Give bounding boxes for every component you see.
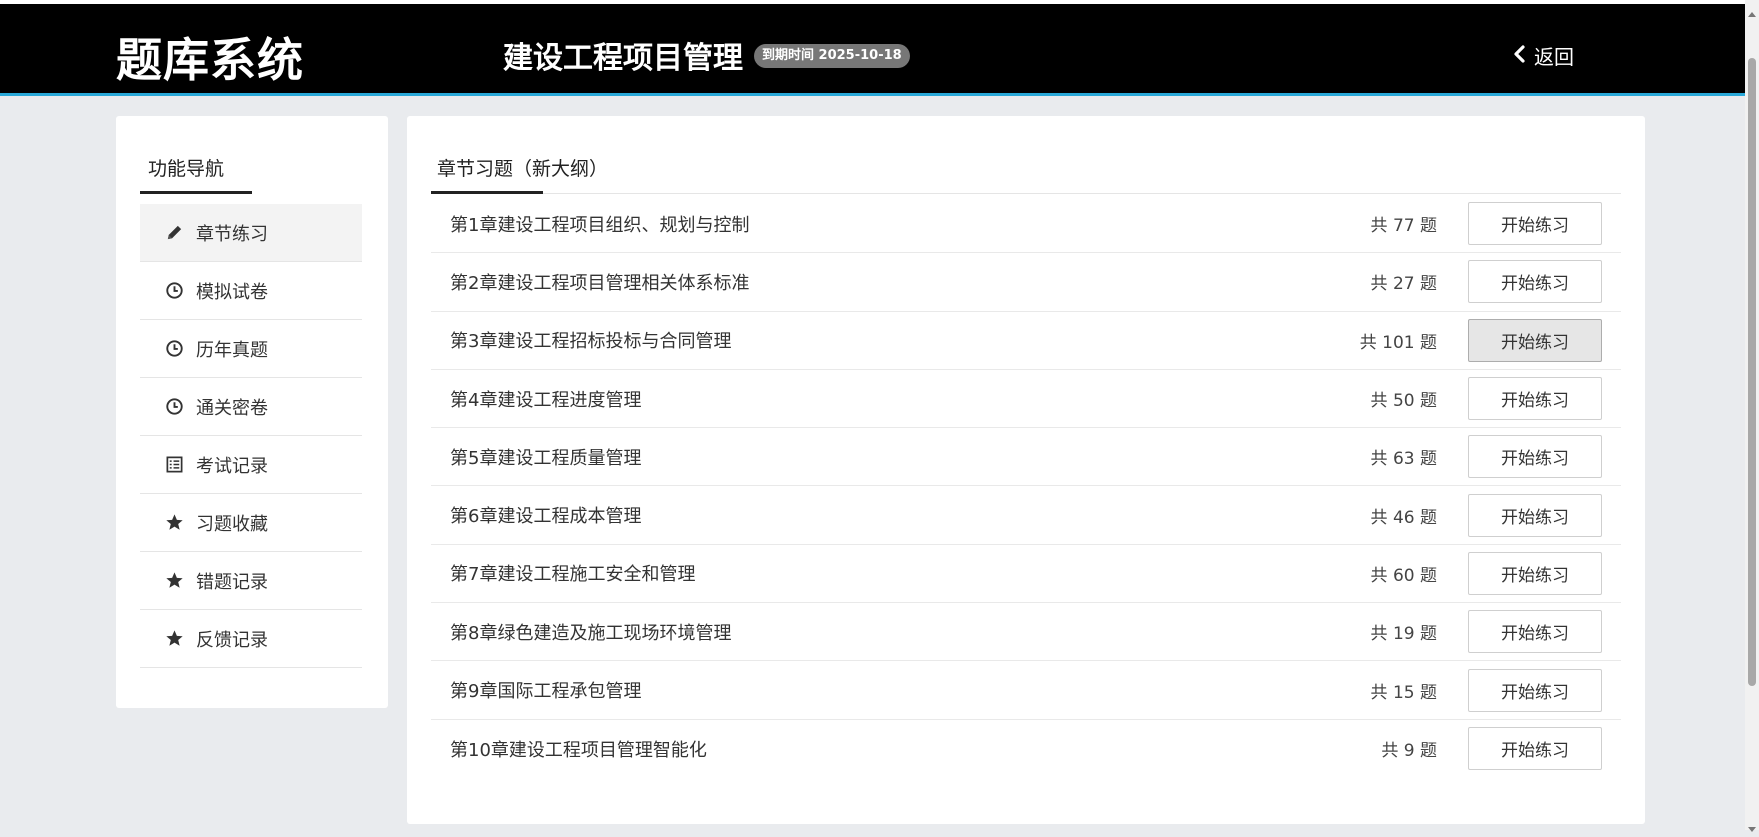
clock-icon [164,397,184,417]
question-count: 共 46 题 [1370,507,1437,528]
sidebar-item-feedback[interactable]: 反馈记录 [140,610,362,668]
chapter-row: 第2章建设工程项目管理相关体系标准 共 27 题 开始练习 [431,253,1621,312]
main-panel: 章节习题（新大纲） 第1章建设工程项目组织、规划与控制 共 77 题 开始练习 … [407,116,1645,824]
question-count: 共 15 题 [1370,682,1437,703]
chapter-row: 第7章建设工程施工安全和管理 共 60 题 开始练习 [431,545,1621,604]
chapter-name: 第5章建设工程质量管理 [450,447,642,469]
start-practice-button[interactable]: 开始练习 [1468,260,1602,304]
start-practice-button[interactable]: 开始练习 [1468,610,1602,654]
star-icon [164,513,184,533]
back-button[interactable]: 返回 [1512,41,1574,70]
subject-title: 建设工程项目管理 [503,41,743,76]
sidebar-item-wrong-answers[interactable]: 错题记录 [140,552,362,610]
chapter-row: 第10章建设工程项目管理智能化 共 9 题 开始练习 [431,720,1621,778]
question-count: 共 101 题 [1359,332,1437,353]
chapter-row: 第6章建设工程成本管理 共 46 题 开始练习 [431,486,1621,545]
chapter-row: 第8章绿色建造及施工现场环境管理 共 19 题 开始练习 [431,603,1621,662]
pencil-icon [164,223,184,243]
chapter-row: 第5章建设工程质量管理 共 63 题 开始练习 [431,428,1621,487]
start-practice-button[interactable]: 开始练习 [1468,435,1602,479]
sidebar-item-mock-exam[interactable]: 模拟试卷 [140,262,362,320]
sidebar-item-label: 通关密卷 [196,397,268,419]
start-practice-button[interactable]: 开始练习 [1468,318,1602,362]
sidebar-item-label: 历年真题 [196,339,268,361]
chapter-row: 第1章建设工程项目组织、规划与控制 共 77 题 开始练习 [431,195,1621,254]
question-count: 共 50 题 [1370,391,1437,412]
sidebar-item-label: 模拟试卷 [196,281,268,303]
sidebar-title: 功能导航 [140,146,252,194]
chapter-name: 第8章绿色建造及施工现场环境管理 [450,622,732,644]
chapter-name: 第9章国际工程承包管理 [450,681,642,703]
question-count: 共 63 题 [1370,449,1437,470]
question-count: 共 19 题 [1370,624,1437,645]
page-scrollbar[interactable] [1745,0,1759,832]
star-icon [164,629,184,649]
clock-icon [164,339,184,359]
sidebar-list: 章节练习 模拟试卷 历年真题 通关密卷 考试记录 习题收藏 错题记录 反馈记录 [140,204,362,668]
question-count: 共 9 题 [1381,741,1437,762]
scroll-up-arrow-icon[interactable] [1748,4,1756,17]
start-practice-button[interactable]: 开始练习 [1468,551,1602,595]
question-count: 共 60 题 [1370,565,1437,586]
sidebar-item-exam-records[interactable]: 考试记录 [140,436,362,494]
chapter-name: 第10章建设工程项目管理智能化 [450,739,707,761]
expire-badge: 到期时间 2025-10-18 [754,44,910,68]
chapter-list: 第1章建设工程项目组织、规划与控制 共 77 题 开始练习 第2章建设工程项目管… [431,195,1621,778]
star-icon [164,571,184,591]
chapter-row: 第9章国际工程承包管理 共 15 题 开始练习 [431,661,1621,720]
chapter-row: 第3章建设工程招标投标与合同管理 共 101 题 开始练习 [431,312,1621,370]
sidebar-item-favorites[interactable]: 习题收藏 [140,494,362,552]
sidebar-item-past-exams[interactable]: 历年真题 [140,320,362,378]
chapter-name: 第4章建设工程进度管理 [450,389,642,411]
app-logo: 题库系统 [116,33,304,87]
start-practice-button[interactable]: 开始练习 [1468,727,1602,771]
clock-icon [164,281,184,301]
chapter-name: 第7章建设工程施工安全和管理 [450,564,696,586]
sidebar-item-label: 错题记录 [196,571,268,593]
chapter-name: 第1章建设工程项目组织、规划与控制 [450,214,750,236]
start-practice-button[interactable]: 开始练习 [1468,668,1602,712]
chapter-name: 第2章建设工程项目管理相关体系标准 [450,272,750,294]
scrollbar-thumb[interactable] [1748,58,1756,686]
start-practice-button[interactable]: 开始练习 [1468,202,1602,246]
sidebar-item-chapter-practice[interactable]: 章节练习 [140,204,362,262]
list-icon [164,455,184,475]
chevron-left-icon [1512,44,1526,68]
sidebar-item-secret-papers[interactable]: 通关密卷 [140,378,362,436]
chapter-name: 第3章建设工程招标投标与合同管理 [450,331,732,353]
sidebar-item-label: 反馈记录 [196,629,268,651]
question-count: 共 27 题 [1370,274,1437,295]
start-practice-button[interactable]: 开始练习 [1468,493,1602,537]
start-practice-button[interactable]: 开始练习 [1468,377,1602,421]
chapter-name: 第6章建设工程成本管理 [450,506,642,528]
top-header: 题库系统 建设工程项目管理 到期时间 2025-10-18 返回 [0,4,1745,96]
sidebar-item-label: 章节练习 [196,223,268,245]
sidebar: 功能导航 章节练习 模拟试卷 历年真题 通关密卷 考试记录 习题收藏 错题记录 … [116,116,388,708]
sidebar-item-label: 考试记录 [196,455,268,477]
tab-bar: 章节习题（新大纲） [431,146,1621,194]
scroll-down-arrow-icon[interactable] [1748,818,1756,832]
chapter-row: 第4章建设工程进度管理 共 50 题 开始练习 [431,370,1621,429]
sidebar-title-wrap: 功能导航 [140,146,362,194]
sidebar-item-label: 习题收藏 [196,513,268,535]
back-label: 返回 [1534,45,1574,69]
question-count: 共 77 题 [1370,216,1437,237]
tab-chapter-exercises[interactable]: 章节习题（新大纲） [431,146,608,194]
